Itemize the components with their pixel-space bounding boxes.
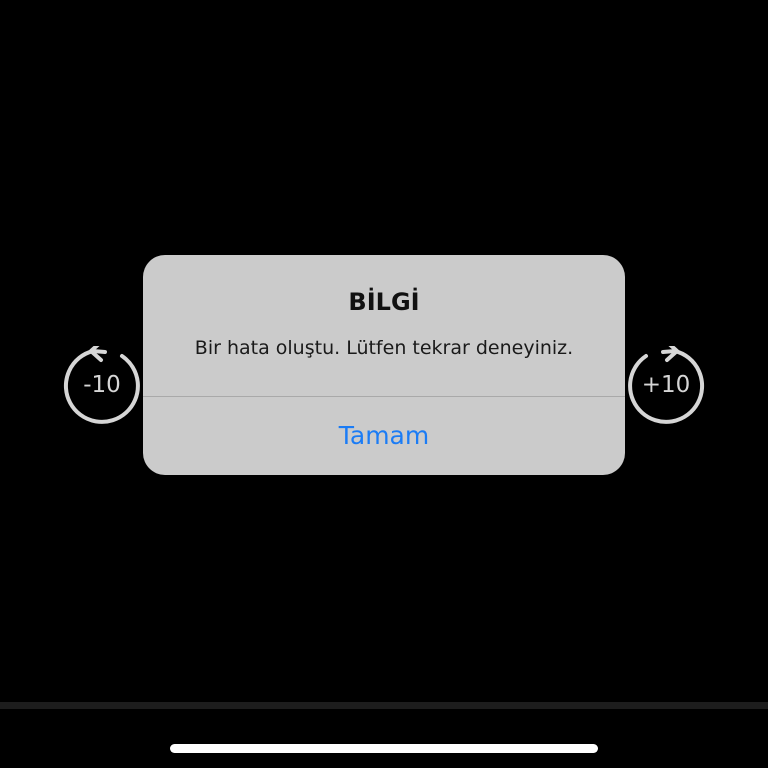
skip-back-label: -10 bbox=[83, 372, 121, 398]
ok-button[interactable]: Tamam bbox=[143, 397, 625, 475]
bottom-bar bbox=[0, 702, 768, 768]
alert-message: Bir hata oluştu. Lütfen tekrar deneyiniz… bbox=[194, 337, 574, 359]
skip-forward-label: +10 bbox=[641, 372, 691, 398]
home-indicator[interactable] bbox=[170, 744, 598, 753]
skip-back-button[interactable]: -10 bbox=[63, 346, 141, 424]
alert-dialog: BİLGİ Bir hata oluştu. Lütfen tekrar den… bbox=[143, 255, 625, 475]
alert-title: BİLGİ bbox=[348, 288, 420, 316]
screen: -10 +10 BİLGİ Bir hata oluştu. Lütfen te… bbox=[0, 0, 768, 768]
skip-forward-button[interactable]: +10 bbox=[627, 346, 705, 424]
